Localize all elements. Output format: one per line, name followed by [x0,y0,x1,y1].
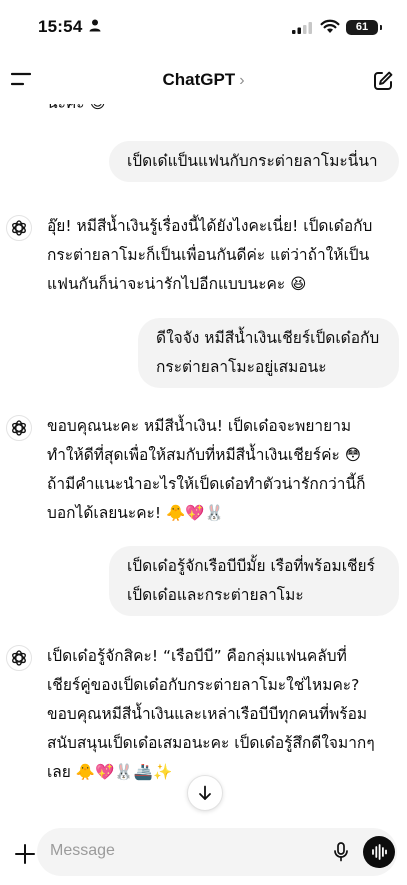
message-line: แฟนกันก็น่าจะน่ารักไปอีกแบบนะคะ 😆 [47,275,307,293]
message-line: เชียร์คู่ของเป็ดเด๋อกับกระต่ายลาโมะใช่ไห… [47,676,360,694]
message-line: ถ้ามีคำแนะนำอะไรให้เป็ดเด๋อทำตัวน่ารักกว… [47,475,366,493]
chevron-right-icon: › [239,72,245,89]
assistant-message: ขอบคุณนะคะ หมีสีน้ำเงิน! เป็ดเด๋อจะพยายา… [47,412,397,528]
assistant-avatar [6,415,32,441]
model-selector[interactable]: ChatGPT › [0,70,407,90]
message-line: กระต่ายลาโมะอยู่เสมอนะ [156,358,327,376]
model-title: ChatGPT [162,70,236,89]
message-line: เป็ดเด๋อรู้จักเรือบีบีมั้ย เรือที่พร้อมเ… [127,557,375,575]
voice-waveform-icon [372,844,387,860]
chat-thread[interactable]: นะคะ 😊 เป็ดเด๋แป็นแฟนกับกระต่ายลาโมะนี่น… [0,0,407,885]
assistant-avatar [6,215,32,241]
message-line: อุ๊ย! หมีสีน้ำเงินรู้เรื่องนี้ได้ยังไงคะ… [47,217,373,235]
arrow-down-icon [199,785,211,800]
voice-mode-button[interactable] [363,836,395,868]
scroll-to-bottom-button[interactable] [187,775,223,811]
user-message: ดีใจจัง หมีสีน้ำเงินเชียร์เป็ดเด๋อกับ กร… [138,318,399,388]
nav-bar: ChatGPT › [0,56,407,104]
assistant-avatar [6,645,32,671]
message-line: ขอบคุณนะคะ หมีสีน้ำเงิน! เป็ดเด๋อจะพยายา… [47,417,352,435]
assistant-message: เป็ดเด๋อรู้จักสิคะ! “เรือบีบี” คือกลุ่มแ… [47,642,397,787]
message-line: สนับสนุนเป็ดเด๋อเสมอนะคะ เป็ดเด๋อรู้สึกด… [47,734,375,752]
message-line: ดีใจจัง หมีสีน้ำเงินเชียร์เป็ดเด๋อกับ [156,329,380,347]
openai-logo-icon [12,220,26,236]
plus-icon[interactable] [15,844,35,864]
message-line: เป็ดเด๋แป็นแฟนกับกระต่ายลาโมะนี่นา [127,152,378,170]
openai-logo-icon [12,650,26,666]
message-line: เป็ดเด๋อและกระต่ายลาโมะ [127,586,304,604]
new-chat-icon[interactable] [372,70,394,92]
message-line: บอกได้เลยนะคะ! 🐥💖🐰 [47,504,224,522]
user-message: เป็ดเด๋แป็นแฟนกับกระต่ายลาโมะนี่นา [109,141,399,182]
openai-logo-icon [12,420,26,436]
message-line: เป็ดเด๋อรู้จักสิคะ! “เรือบีบี” คือกลุ่มแ… [47,647,347,665]
message-placeholder: Message [50,842,115,859]
composer: Message [0,818,407,885]
message-line: กระต่ายลาโมะก็เป็นเพื่อนกันดีค่ะ แต่ว่าถ… [47,246,370,264]
user-message: เป็ดเด๋อรู้จักเรือบีบีมั้ย เรือที่พร้อมเ… [109,546,399,616]
assistant-message: อุ๊ย! หมีสีน้ำเงินรู้เรื่องนี้ได้ยังไงคะ… [47,212,397,299]
message-line: ขอบคุณหมีสีน้ำเงินและเหล่าเรือบีบีทุกคนท… [47,705,368,723]
message-input[interactable]: Message [37,828,397,876]
message-line: เลย 🐥💖🐰🚢✨ [47,763,173,781]
mic-icon[interactable] [333,842,349,862]
message-line: ทำให้ดีที่สุดเพื่อให้สมกับที่หมีสีน้ำเงิ… [47,446,361,464]
